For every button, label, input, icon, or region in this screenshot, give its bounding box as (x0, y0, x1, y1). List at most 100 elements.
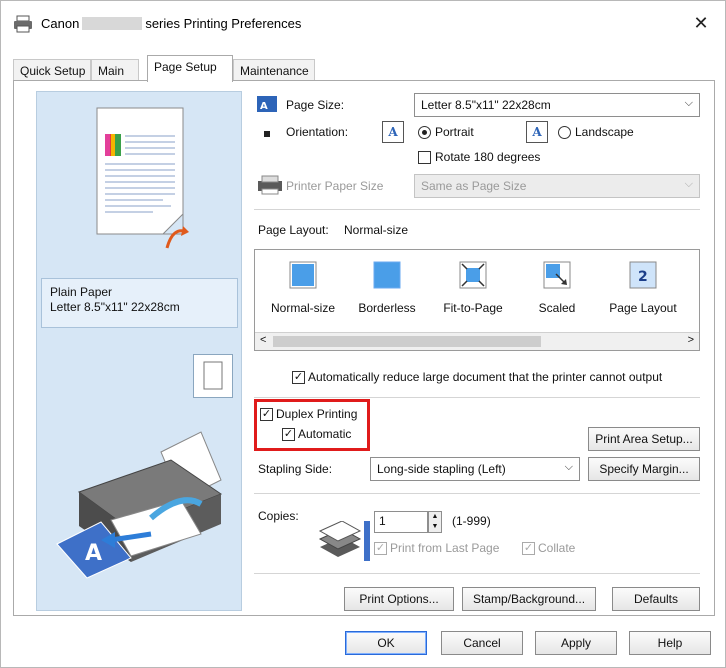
page-setup-panel: Plain Paper Letter 8.5"x11" 22x28cm A A … (13, 80, 715, 616)
tab-quick-setup[interactable]: Quick Setup (13, 59, 91, 81)
portrait-label: Portrait (435, 125, 474, 139)
auto-reduce-checkbox[interactable]: ✓ (292, 371, 305, 384)
check-icon: ✓ (523, 542, 534, 554)
landscape-radio[interactable] (558, 126, 571, 139)
help-button[interactable]: Help (629, 631, 711, 655)
title-bar: Canon series Printing Preferences ✕ (1, 1, 725, 47)
orientation-preview-button[interactable] (193, 354, 233, 398)
landscape-a-icon: A (526, 121, 548, 143)
copies-input[interactable]: 1 (374, 511, 428, 533)
check-icon: ✓ (293, 371, 304, 383)
layout-label: Borderless (358, 301, 416, 315)
printing-preferences-window: Canon series Printing Preferences ✕ Quick… (0, 0, 726, 668)
page-layout-current: Normal-size (344, 223, 409, 237)
collate-checkbox[interactable]: ✓ (522, 542, 535, 555)
stapling-side-dropdown[interactable]: Long-side stapling (Left) ⌵ (370, 457, 580, 481)
tab-label: Maintenance (240, 64, 309, 78)
duplex-printer-illustration-icon: A (56, 431, 223, 579)
rotate-180-label: Rotate 180 degrees (435, 150, 541, 164)
redacted-model (82, 17, 143, 30)
tab-page-setup[interactable]: Page Setup (147, 55, 233, 82)
page-size-label: Page Size: (286, 98, 345, 112)
stapling-side-label: Stapling Side: (258, 462, 333, 476)
page-size-icon: A (257, 96, 277, 112)
landscape-label: Landscape (575, 125, 634, 139)
page-size-dropdown[interactable]: Letter 8.5"x11" 22x28cm ⌵ (414, 93, 700, 117)
page-layout-label: Page Layout: (258, 223, 329, 237)
separator (254, 209, 700, 210)
collate-label: Collate (538, 541, 576, 555)
tab-main[interactable]: Main (91, 59, 139, 81)
title-prefix: Canon (41, 16, 80, 31)
printer-paper-size-dropdown[interactable]: Same as Page Size ⌵ (414, 174, 700, 198)
blank-page-icon (203, 361, 223, 390)
chevron-down-icon: ⌵ (684, 178, 693, 190)
a-glyph: A (388, 125, 398, 139)
media-type-text: Plain Paper (50, 285, 113, 299)
preview-pane: Plain Paper Letter 8.5"x11" 22x28cm A (36, 91, 242, 611)
tab-label: Main (98, 64, 125, 78)
specify-margin-button[interactable]: Specify Margin... (588, 457, 700, 481)
print-options-button[interactable]: Print Options... (344, 587, 454, 611)
page-preview-icon (96, 107, 189, 249)
printer-app-icon (14, 15, 32, 33)
page-size-value: Letter 8.5"x11" 22x28cm (421, 98, 551, 112)
fit-to-page-icon (459, 261, 487, 289)
print-from-last-page-label: Print from Last Page (390, 541, 500, 555)
window-title: Canon series Printing Preferences (41, 16, 301, 31)
layout-borderless[interactable]: Borderless (347, 260, 427, 320)
svg-text:A: A (260, 101, 268, 112)
close-icon: ✕ (693, 13, 709, 33)
page-layout-icon: 2 (629, 261, 657, 289)
stamp-background-button[interactable]: Stamp/Background... (462, 587, 596, 611)
bullet-icon (264, 131, 270, 137)
printer-paper-size-value: Same as Page Size (421, 179, 527, 193)
tab-label: Quick Setup (20, 64, 86, 78)
svg-text:2: 2 (638, 269, 648, 285)
page-layout-list: Normal-size Borderless Fit-to-Page Scale… (254, 249, 700, 351)
copies-stack-icon (318, 521, 370, 561)
printer-paper-size-icon (258, 175, 282, 195)
layout-fit-to-page[interactable]: Fit-to-Page (433, 260, 513, 320)
paper-size-text: Letter 8.5"x11" 22x28cm (50, 300, 180, 314)
tab-maintenance[interactable]: Maintenance (233, 59, 315, 81)
cancel-button[interactable]: Cancel (441, 631, 523, 655)
close-button[interactable]: ✕ (689, 11, 713, 35)
a-glyph: A (532, 125, 542, 139)
separator (254, 397, 700, 398)
normal-size-icon (289, 261, 317, 289)
check-icon: ✓ (375, 542, 386, 554)
title-suffix: series Printing Preferences (145, 16, 302, 31)
copies-spinner[interactable]: ▲ ▼ (428, 511, 442, 533)
copies-value: 1 (379, 514, 386, 528)
layout-page-layout[interactable]: 2 Page Layout (603, 260, 683, 320)
paper-info-label: Plain Paper Letter 8.5"x11" 22x28cm (41, 278, 238, 328)
ok-button[interactable]: OK (345, 631, 427, 655)
apply-button[interactable]: Apply (535, 631, 617, 655)
print-from-last-page-checkbox[interactable]: ✓ (374, 542, 387, 555)
portrait-a-icon: A (382, 121, 404, 143)
scrollbar-thumb[interactable] (273, 336, 541, 347)
orientation-label: Orientation: (286, 125, 349, 139)
scroll-right-icon[interactable]: > (688, 334, 694, 346)
duplex-highlight-box (254, 399, 370, 451)
tab-label: Page Setup (154, 60, 217, 74)
rotate-180-checkbox[interactable] (418, 151, 431, 164)
printer-paper-size-label: Printer Paper Size (286, 179, 384, 193)
layout-label: Normal-size (270, 301, 335, 315)
copies-label: Copies: (258, 509, 299, 523)
layout-scrollbar[interactable]: < > (255, 332, 699, 350)
auto-reduce-label: Automatically reduce large document that… (308, 370, 663, 384)
print-area-setup-button[interactable]: Print Area Setup... (588, 427, 700, 451)
layout-label: Scaled (538, 301, 576, 315)
layout-normal-size[interactable]: Normal-size (263, 260, 343, 320)
layout-label: Fit-to-Page (443, 301, 503, 315)
scroll-left-icon[interactable]: < (260, 334, 266, 346)
stapling-side-value: Long-side stapling (Left) (377, 462, 506, 476)
scaled-icon (543, 261, 571, 289)
portrait-radio[interactable] (418, 126, 431, 139)
layout-scaled[interactable]: Scaled (517, 260, 597, 320)
defaults-button[interactable]: Defaults (612, 587, 700, 611)
layout-label: Page Layout (609, 301, 677, 315)
borderless-icon (373, 261, 401, 289)
